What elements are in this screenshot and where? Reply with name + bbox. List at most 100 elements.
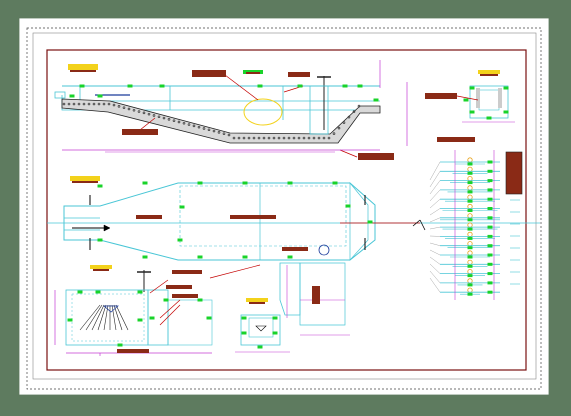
drain-label xyxy=(312,286,320,304)
dimension-marker xyxy=(287,255,293,259)
schedule-title-block xyxy=(505,151,523,195)
label-block xyxy=(166,285,192,289)
dimension-marker xyxy=(242,181,248,185)
dimension-marker xyxy=(463,98,469,102)
dimension-marker xyxy=(469,110,475,114)
dimension-marker xyxy=(357,84,363,88)
label-block xyxy=(425,93,457,99)
label-block xyxy=(122,129,158,135)
dimension-marker xyxy=(467,171,473,175)
label-block xyxy=(172,270,202,274)
dimension-marker xyxy=(467,199,473,203)
dimension-marker xyxy=(127,84,133,88)
dimension-marker xyxy=(137,290,143,294)
dimension-marker xyxy=(137,318,143,322)
label-block xyxy=(117,349,149,353)
dimension-marker xyxy=(487,225,493,229)
dimension-marker xyxy=(95,290,101,294)
dimension-marker xyxy=(487,290,493,294)
dimension-marker xyxy=(257,84,263,88)
dimension-marker xyxy=(487,234,493,238)
dimension-marker xyxy=(467,227,473,231)
dimension-marker xyxy=(77,290,83,294)
dimension-marker xyxy=(487,160,493,164)
dimension-marker xyxy=(487,262,493,266)
dimension-marker xyxy=(179,205,185,209)
dimension-marker xyxy=(467,209,473,212)
title-underline-yellow xyxy=(68,64,98,70)
dimension-marker xyxy=(272,316,278,320)
dimension-marker xyxy=(467,181,473,185)
dimension-marker xyxy=(373,98,379,102)
dimension-marker xyxy=(469,86,475,90)
title-underline-yellow xyxy=(246,298,268,302)
dimension-marker xyxy=(467,218,473,222)
dimension-marker xyxy=(149,316,155,320)
dimension-marker xyxy=(487,197,493,201)
dimension-marker xyxy=(206,316,212,320)
dimension-marker xyxy=(487,216,493,220)
dimension-marker xyxy=(97,94,103,98)
section-title xyxy=(249,302,265,304)
label-block xyxy=(282,247,308,251)
dimension-marker xyxy=(487,272,493,276)
detail-wall xyxy=(498,88,502,108)
dimension-marker xyxy=(159,84,165,88)
dimension-marker xyxy=(97,184,103,188)
dimension-marker xyxy=(79,84,85,88)
label-block xyxy=(246,72,260,74)
dimension-marker xyxy=(503,110,509,114)
dimension-marker xyxy=(487,281,493,285)
dimension-marker xyxy=(467,246,473,250)
dimension-marker xyxy=(467,190,473,194)
label-block xyxy=(288,72,310,77)
dimension-marker xyxy=(142,255,148,259)
dimension-marker xyxy=(367,220,373,224)
dimension-marker xyxy=(467,162,473,166)
dimension-marker xyxy=(197,255,203,259)
section-title xyxy=(93,269,109,271)
label-block xyxy=(172,294,198,298)
section-title xyxy=(72,181,98,183)
label-block xyxy=(437,137,475,142)
dimension-marker xyxy=(486,116,492,120)
dimension-marker xyxy=(69,94,75,98)
dimension-marker xyxy=(487,188,493,192)
dimension-marker xyxy=(177,238,183,242)
dimension-marker xyxy=(163,298,169,302)
dimension-marker xyxy=(487,169,493,173)
dimension-marker xyxy=(197,181,203,185)
dimension-marker xyxy=(487,207,493,210)
dimension-marker xyxy=(67,318,73,322)
dimension-marker xyxy=(242,255,248,259)
label-block xyxy=(192,70,226,77)
dimension-marker xyxy=(241,316,247,320)
drawing-canvas xyxy=(18,17,550,396)
dimension-marker xyxy=(297,84,303,88)
dimension-marker xyxy=(142,181,148,185)
label-block xyxy=(230,215,276,219)
dimension-marker xyxy=(345,204,351,208)
dimension-marker xyxy=(467,283,473,287)
label-block xyxy=(358,153,394,160)
dimension-marker xyxy=(197,298,203,302)
dimension-marker xyxy=(287,181,293,185)
dimension-marker xyxy=(272,331,278,335)
dimension-marker xyxy=(467,274,473,278)
dimension-marker xyxy=(487,179,493,183)
dimension-marker xyxy=(257,345,263,349)
title-underline-yellow xyxy=(478,70,500,74)
dimension-marker xyxy=(467,292,473,296)
dimension-marker xyxy=(467,264,473,268)
dimension-marker xyxy=(487,244,493,248)
label-block xyxy=(136,215,162,219)
dimension-marker xyxy=(342,84,348,88)
dimension-marker xyxy=(503,86,509,90)
dimension-marker xyxy=(332,181,338,185)
detail-wall xyxy=(476,88,480,108)
dimension-marker xyxy=(487,253,493,257)
section-title xyxy=(70,70,96,72)
dimension-marker xyxy=(467,255,473,259)
dimension-marker xyxy=(241,331,247,335)
title-underline-yellow xyxy=(70,176,100,181)
